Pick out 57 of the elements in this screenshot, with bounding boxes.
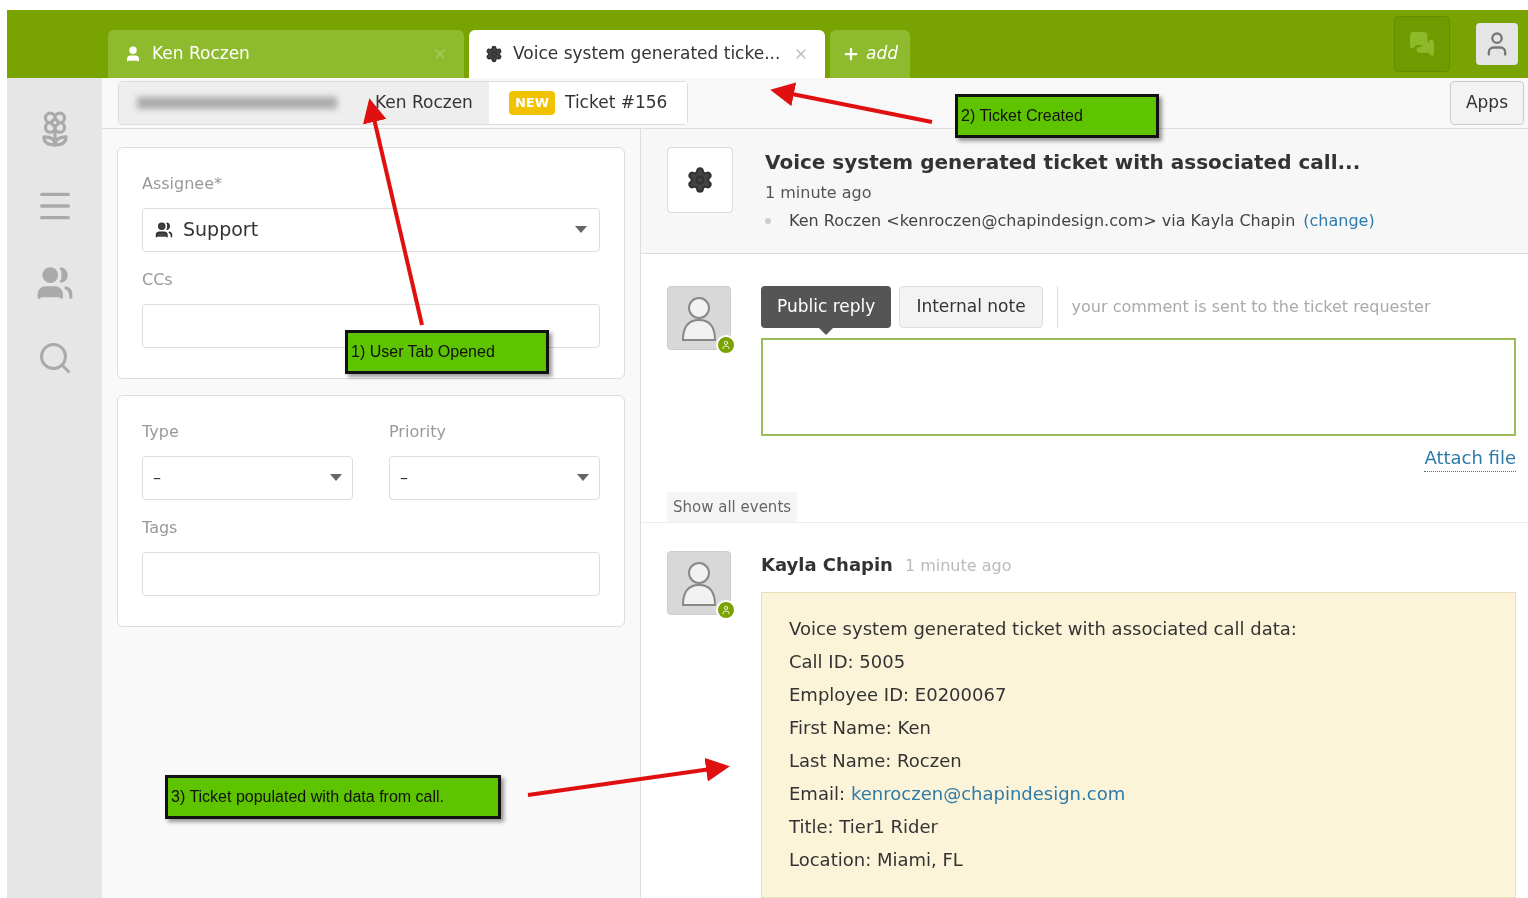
caret-icon xyxy=(577,474,589,481)
reply-mode-tab[interactable]: Internal note xyxy=(899,285,1043,328)
comment-line: Location: Miami, FL xyxy=(789,848,964,872)
field-label: Type xyxy=(142,420,180,443)
caret-icon xyxy=(575,226,587,233)
person-icon xyxy=(679,559,719,607)
users-icon xyxy=(35,264,74,302)
requester-info: Ken Roczen <kenroczen@chapindesign.com> via Kayla Chapin xyxy=(789,209,1296,232)
bullet-icon xyxy=(765,217,771,224)
comment-line: Title: Tier1 Rider xyxy=(789,815,939,839)
requester-crumb[interactable]: Ken Roczen xyxy=(359,81,489,124)
reply-mode-tab[interactable]: Public reply xyxy=(761,285,892,328)
comment-line: Email: xyxy=(789,782,845,806)
comment-field[interactable] xyxy=(761,337,1516,436)
comment-line: Last Name: Roczen xyxy=(789,749,963,773)
caret-icon xyxy=(330,474,342,481)
chat-button[interactable] xyxy=(1394,16,1450,72)
tab[interactable]: Voice system generated ticke... xyxy=(469,30,825,78)
priority-select[interactable]: – xyxy=(389,455,600,500)
comment-line: Call ID: 5005 xyxy=(789,650,907,674)
ticket-title: Voice system generated ticket with associated call... xyxy=(765,148,1362,176)
status-icon xyxy=(716,334,736,355)
comment-author: Kayla Chapin xyxy=(761,553,893,577)
ticket-time: 1 minute ago xyxy=(765,181,873,204)
type-select[interactable]: – xyxy=(142,455,353,500)
field-label: Assignee* xyxy=(142,172,224,195)
comment-line: Voice system generated ticket with associated call data: xyxy=(789,617,1298,641)
field-label: Tags xyxy=(142,516,179,539)
settings-icon xyxy=(485,45,503,63)
email-link[interactable]: kenroczen@chapindesign.com xyxy=(851,780,1126,807)
reply-hint: your comment is sent to the ticket requester xyxy=(1071,295,1431,318)
comment-line: Employee ID: E0200067 xyxy=(789,683,1008,707)
tags-field[interactable] xyxy=(142,551,600,596)
user-icon xyxy=(124,45,142,63)
tab-label: Voice system generated ticke... xyxy=(513,42,782,66)
annotation-label: 1) User Tab Opened xyxy=(345,330,549,374)
chat-icon xyxy=(1409,31,1435,57)
field-label: CCs xyxy=(142,268,174,291)
plus-icon xyxy=(842,45,860,63)
change-link[interactable]: (change) xyxy=(1303,208,1375,233)
annotation-label: 3) Ticket populated with data from call. xyxy=(165,775,501,819)
status-icon xyxy=(716,600,736,620)
blurred-company[interactable] xyxy=(119,81,359,124)
attach-file-link[interactable]: Attach file xyxy=(1424,443,1516,472)
group-icon xyxy=(155,220,173,239)
comment-line: First Name: Ken xyxy=(789,716,932,740)
settings-icon xyxy=(686,165,714,194)
apps-button[interactable]: Apps xyxy=(1449,80,1524,125)
ticket-crumb: Ticket #156 xyxy=(565,91,668,114)
tab-label: Ken Roczen xyxy=(152,42,251,66)
comment-time: 1 minute ago xyxy=(904,555,1012,577)
field-label: Priority xyxy=(389,420,447,443)
show-all-events-button[interactable]: Show all events xyxy=(667,491,798,522)
profile-avatar[interactable] xyxy=(1476,23,1518,65)
assignee-select[interactable]: Support xyxy=(142,207,600,252)
new-badge: NEW xyxy=(508,91,555,115)
annotation-label: 2) Ticket Created xyxy=(955,94,1159,138)
